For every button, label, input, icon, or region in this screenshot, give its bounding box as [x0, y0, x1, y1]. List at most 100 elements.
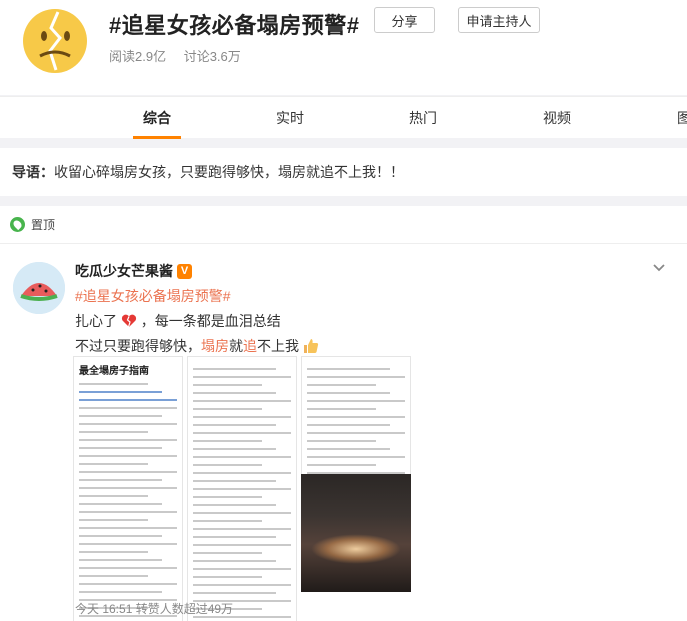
doc-line [79, 479, 163, 481]
doc-line [307, 456, 405, 458]
share-button[interactable]: 分享 [374, 7, 435, 33]
doc-line [79, 583, 177, 585]
doc-title: 最全塌房子指南 [79, 366, 149, 377]
doc-line [193, 592, 277, 594]
doc-line [307, 424, 391, 426]
doc-line [79, 471, 177, 473]
doc-line [307, 448, 391, 450]
doc-line [193, 432, 291, 434]
doc-line [193, 496, 262, 498]
doc-line [79, 391, 163, 393]
doc-line [79, 383, 148, 385]
doc-line [79, 535, 163, 537]
doc-line [79, 407, 177, 409]
post-hashtag[interactable]: #追星女孩必备塌房预警# [75, 286, 231, 306]
doc-line [79, 567, 177, 569]
pinned-label: 置顶 [31, 218, 56, 232]
post-line-2: 不过只要跑得够快，塌房就追不上我 [75, 336, 319, 356]
author-name-text: 吃瓜少女芒果酱 [75, 263, 173, 279]
doc-line [79, 487, 177, 489]
doc-line [79, 551, 148, 553]
doc-line [79, 423, 177, 425]
broken-heart-face-icon [23, 9, 87, 73]
post-image-3[interactable] [301, 356, 411, 481]
doc-line [79, 415, 163, 417]
topic-title: #追星女孩必备塌房预警# [109, 13, 360, 38]
pin-icon [10, 217, 25, 232]
doc-line [193, 456, 291, 458]
doc-line [79, 431, 148, 433]
doc-line [193, 584, 291, 586]
doc-line [193, 376, 291, 378]
doc-line [193, 448, 277, 450]
post-line-1: 扎心了 ，每一条都是血泪总结 [75, 311, 281, 331]
doc-line [193, 464, 262, 466]
doc-line [193, 480, 277, 482]
post-line-1-start: 扎心了 [75, 313, 117, 329]
post-line-2-b: 就 [229, 338, 243, 354]
topic-header: #追星女孩必备塌房预警# 分享 申请主持人 阅读2.9亿 讨论3.6万 [0, 0, 687, 95]
doc-line [79, 559, 163, 561]
doc-line [193, 552, 262, 554]
divider [0, 243, 687, 244]
doc-line [79, 463, 148, 465]
guide-text: 收留心碎塌房女孩，只要跑得够快，塌房就追不上我！！ [54, 164, 404, 180]
doc-line [79, 495, 148, 497]
post-image-2[interactable] [187, 356, 297, 621]
post-line-1-rest: ，每一条都是血泪总结 [140, 313, 281, 329]
doc-line [79, 519, 148, 521]
guide-prefix: 导语： [12, 164, 54, 180]
avatar[interactable] [13, 262, 65, 314]
doc-line [193, 536, 277, 538]
tab-all[interactable]: 综合 [143, 108, 171, 128]
doc-line [307, 416, 405, 418]
doc-line [193, 472, 291, 474]
watermelon-avatar-icon [13, 262, 65, 314]
read-count: 阅读2.9亿 [109, 49, 167, 64]
doc-line [307, 368, 391, 370]
doc-line [79, 399, 177, 401]
doc-line [79, 591, 163, 593]
post-image-1[interactable]: 最全塌房子指南 [73, 356, 183, 621]
doc-line [307, 440, 376, 442]
pinned-post: 置顶 吃瓜少女芒果酱 V #追星女孩必备塌房预警# 扎心了 ，每一条都是血泪总结… [0, 206, 687, 621]
doc-line [79, 455, 177, 457]
tab-hot[interactable]: 热门 [409, 108, 437, 128]
doc-line [79, 503, 163, 505]
post-keyword-chase[interactable]: 追 [243, 338, 257, 354]
doc-line [193, 400, 291, 402]
doc-line [307, 392, 391, 394]
doc-line [79, 543, 177, 545]
post-line-2-a: 不过只要跑得够快， [75, 338, 201, 354]
doc-line [307, 464, 376, 466]
pinned-row: 置顶 [10, 216, 55, 233]
post-line-2-c: 不上我 [257, 338, 299, 354]
doc-line [307, 376, 405, 378]
doc-line [193, 576, 262, 578]
doc-line [79, 439, 177, 441]
doc-line [193, 368, 277, 370]
fire-glow [311, 534, 401, 564]
verified-badge-icon: V [177, 263, 192, 279]
broken-heart-icon [121, 314, 136, 328]
thumbs-up-icon [303, 339, 319, 353]
chevron-down-icon[interactable] [652, 261, 666, 275]
tab-video[interactable]: 视频 [543, 108, 571, 128]
doc-line [79, 447, 163, 449]
doc-line [193, 568, 291, 570]
author-name[interactable]: 吃瓜少女芒果酱 V [75, 261, 192, 281]
tab-images[interactable]: 图 [677, 108, 687, 128]
doc-line [193, 520, 262, 522]
apply-host-button[interactable]: 申请主持人 [458, 7, 540, 33]
doc-line [193, 416, 291, 418]
topic-stats: 阅读2.9亿 讨论3.6万 [109, 46, 255, 65]
doc-line [193, 504, 277, 506]
tab-realtime[interactable]: 实时 [276, 108, 304, 128]
doc-line [193, 384, 262, 386]
topic-page: #追星女孩必备塌房预警# 分享 申请主持人 阅读2.9亿 讨论3.6万 综合 实… [0, 0, 687, 621]
doc-line [193, 424, 277, 426]
doc-line [193, 408, 262, 410]
post-image-4-building-fire[interactable] [301, 474, 411, 592]
doc-line [307, 408, 376, 410]
post-keyword-collapse[interactable]: 塌房 [201, 338, 229, 354]
